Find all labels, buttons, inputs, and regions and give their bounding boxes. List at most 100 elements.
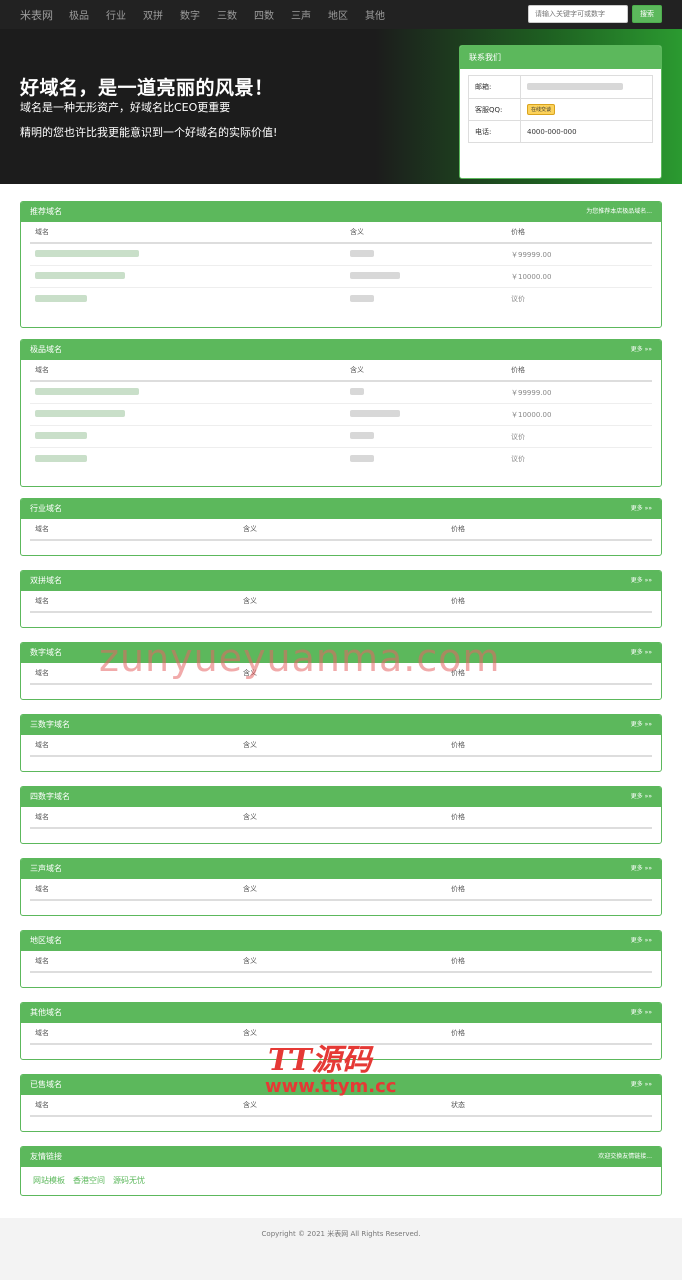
- industry-panel: 行业域名 更多 »» 域名 含义 价格: [20, 498, 662, 556]
- meaning-blurred: [350, 410, 400, 417]
- three-letter-panel: 三声域名 更多 »» 域名 含义 价格: [20, 858, 662, 916]
- domain-blurred[interactable]: [35, 410, 125, 417]
- section-title: 双拼域名: [30, 576, 62, 585]
- double-pinyin-panel: 双拼域名 更多 »» 域名 含义 价格: [20, 570, 662, 628]
- meaning-blurred: [350, 454, 374, 462]
- more-link[interactable]: 更多 »»: [631, 715, 652, 735]
- table-header: 域名 含义 价格: [30, 360, 652, 382]
- search-button[interactable]: 搜索: [632, 5, 662, 23]
- watermark-logo: TT源码: [268, 1043, 372, 1078]
- exchange-links-link[interactable]: 欢迎交换友情链接...: [598, 1147, 652, 1167]
- qq-chat-button[interactable]: 在线交谈: [527, 104, 556, 115]
- nav-item-region[interactable]: 地区: [328, 7, 348, 22]
- section-title: 行业域名: [30, 504, 62, 513]
- premium-title: 极品域名: [30, 345, 62, 354]
- price: ￥10000.00: [511, 410, 552, 419]
- table-row[interactable]: 议价: [30, 448, 652, 470]
- section-title: 地区域名: [30, 936, 62, 945]
- table-row[interactable]: ￥99999.00: [30, 244, 652, 266]
- meaning-blurred: [350, 294, 374, 302]
- contact-table: 邮箱: 客服QQ: 在线交谈 电话: 4000-000-000: [468, 75, 653, 143]
- table-row[interactable]: 议价: [30, 426, 652, 448]
- meaning-blurred: [350, 250, 374, 257]
- domain-blurred[interactable]: [35, 272, 125, 279]
- price: ￥99999.00: [511, 250, 552, 259]
- domain-blurred[interactable]: [35, 454, 87, 462]
- nav-item-three-letter[interactable]: 三声: [291, 7, 311, 22]
- table-header: 域名 含义 价格: [30, 222, 652, 244]
- more-link[interactable]: 更多 »»: [631, 571, 652, 591]
- friend-link[interactable]: 香港空间: [73, 1175, 105, 1186]
- hero-title: 好域名，是一道亮丽的风景！: [20, 77, 274, 99]
- phone-label: 电话:: [469, 121, 521, 142]
- hero-subtitle: 域名是一种无形资产，好域名比CEO更重要: [20, 101, 231, 114]
- domain-blurred[interactable]: [35, 250, 139, 257]
- meaning-blurred: [350, 432, 374, 439]
- section-title: 其他域名: [30, 1008, 62, 1017]
- more-link[interactable]: 更多 »»: [631, 859, 652, 879]
- friend-links-title: 友情链接: [30, 1152, 62, 1161]
- email-label: 邮箱:: [469, 76, 521, 98]
- table-header: 域名 含义 价格: [30, 879, 652, 901]
- friend-links-list: 网站模板 香港空间 源码无忧: [21, 1167, 661, 1194]
- hero-tagline: 精明的您也许比我更能意识到一个好域名的实际价值!: [20, 126, 278, 139]
- contact-email-row: 邮箱:: [469, 76, 652, 98]
- price: ￥10000.00: [511, 272, 552, 281]
- price: ￥99999.00: [511, 388, 552, 397]
- contact-panel: 联系我们 邮箱: 客服QQ: 在线交谈 电话: 4000-000-000: [459, 45, 662, 179]
- friend-link[interactable]: 源码无忧: [113, 1175, 145, 1186]
- brand-link[interactable]: 米表网: [20, 7, 53, 23]
- section-title: 三声域名: [30, 864, 62, 873]
- contact-qq-row: 客服QQ: 在线交谈: [469, 98, 652, 120]
- qq-label: 客服QQ:: [469, 99, 521, 120]
- recommended-title: 推荐域名: [30, 207, 62, 216]
- more-link[interactable]: 更多 »»: [631, 643, 652, 663]
- nav-item-four-digit[interactable]: 四数: [254, 7, 274, 22]
- premium-panel: 极品域名 更多 »» 域名 含义 价格 ￥99999.00 ￥10000.00 …: [20, 339, 662, 487]
- table-header: 域名 含义 价格: [30, 807, 652, 829]
- table-row[interactable]: ￥10000.00: [30, 404, 652, 426]
- contact-phone-row: 电话: 4000-000-000: [469, 120, 652, 142]
- region-panel: 地区域名 更多 »» 域名 含义 价格: [20, 930, 662, 988]
- top-navbar: 米表网 极品 行业 双拼 数字 三数 四数 三声 地区 其他 搜索: [0, 0, 682, 29]
- four-digit-panel: 四数字域名 更多 »» 域名 含义 价格: [20, 786, 662, 844]
- domain-blurred[interactable]: [35, 388, 139, 395]
- section-title: 三数字域名: [30, 720, 70, 729]
- nav-item-other[interactable]: 其他: [365, 7, 385, 22]
- more-link[interactable]: 更多 »»: [631, 499, 652, 519]
- table-header: 域名 含义 状态: [30, 1095, 652, 1117]
- friend-link[interactable]: 网站模板: [33, 1175, 65, 1186]
- price: 议价: [511, 455, 525, 463]
- nav-item-three-digit[interactable]: 三数: [217, 7, 237, 22]
- table-row[interactable]: ￥99999.00: [30, 382, 652, 404]
- domain-blurred[interactable]: [35, 432, 87, 439]
- watermark-url: www.ttym.cc: [265, 1076, 397, 1097]
- more-link[interactable]: 更多 »»: [631, 931, 652, 951]
- table-header: 域名 含义 价格: [30, 519, 652, 541]
- table-header: 域名 含义 价格: [30, 591, 652, 613]
- more-link[interactable]: 更多 »»: [631, 787, 652, 807]
- nav-item-number[interactable]: 数字: [180, 7, 200, 22]
- search-input[interactable]: [528, 5, 628, 23]
- table-row[interactable]: 议价: [30, 288, 652, 310]
- more-link[interactable]: 更多 »»: [631, 1003, 652, 1023]
- section-title: 已售域名: [30, 1080, 62, 1089]
- more-link[interactable]: 更多 »»: [631, 1075, 652, 1095]
- price: 议价: [511, 432, 525, 441]
- three-digit-panel: 三数字域名 更多 »» 域名 含义 价格: [20, 714, 662, 772]
- meaning-blurred: [350, 388, 364, 395]
- domain-blurred[interactable]: [35, 294, 87, 302]
- nav-item-industry[interactable]: 行业: [106, 7, 126, 22]
- nav-item-premium[interactable]: 极品: [69, 7, 89, 22]
- price: 议价: [511, 295, 525, 303]
- table-row[interactable]: ￥10000.00: [30, 266, 652, 288]
- email-value-blurred: [527, 82, 623, 90]
- table-header: 域名 含义 价格: [30, 735, 652, 757]
- contact-title: 联系我们: [460, 46, 661, 69]
- recommended-more-link[interactable]: 为您推荐本店极品域名...: [586, 202, 652, 222]
- premium-more-link[interactable]: 更多 »»: [631, 340, 652, 360]
- nav-item-double-pinyin[interactable]: 双拼: [143, 7, 163, 22]
- phone-value: 4000-000-000: [527, 127, 577, 136]
- recommended-panel: 推荐域名 为您推荐本店极品域名... 域名 含义 价格 ￥99999.00 ￥1…: [20, 201, 662, 328]
- section-title: 数字域名: [30, 648, 62, 657]
